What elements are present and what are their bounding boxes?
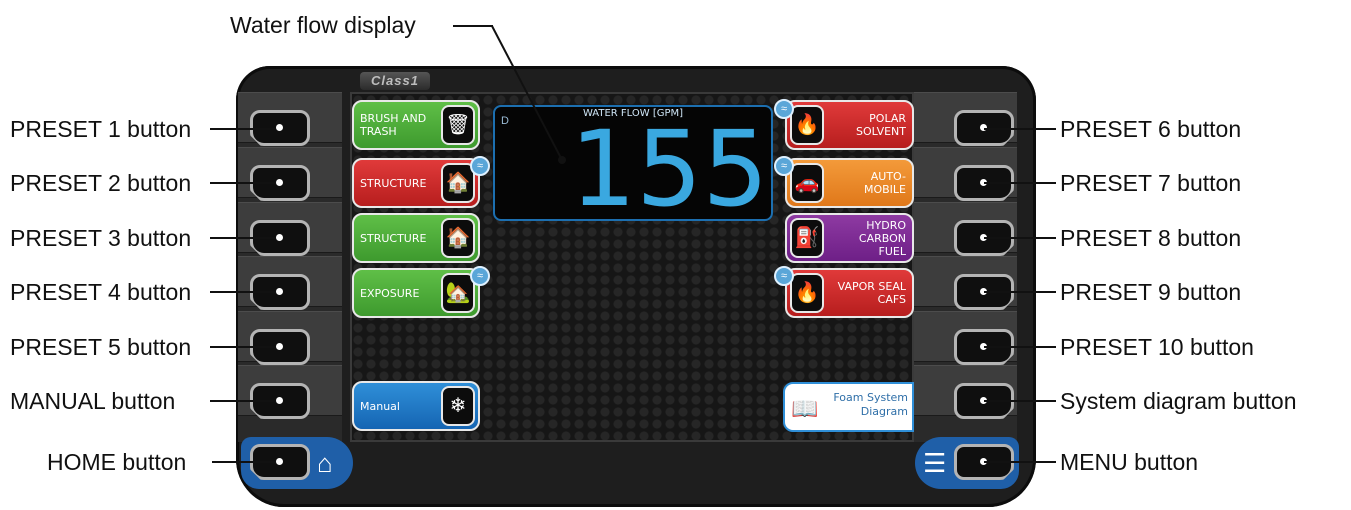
preset-8-hydro-carbon-fuel[interactable]: ⛽ HYDRO CARBON FUEL [785, 213, 914, 263]
diagram-label: Foam System Diagram [833, 391, 908, 418]
preset-1-brush-and-trash[interactable]: BRUSH AND TRASH 🗑 [352, 100, 480, 150]
callout-preset1: PRESET 1 button [10, 116, 192, 142]
callout-home: HOME button [47, 449, 187, 475]
manual-label: Manual [360, 399, 400, 413]
nozzle-icon: ❄ [441, 386, 475, 426]
callout-leader-water-flow [491, 25, 566, 164]
preset-label: EXPOSURE [360, 286, 420, 300]
callout-preset10: PRESET 10 button [1060, 334, 1254, 360]
callout-preset8: PRESET 8 button [1060, 225, 1242, 251]
flask-fire-icon: 🔥 [790, 105, 824, 145]
foam-wave-icon: ≈ [470, 156, 490, 176]
callout-preset4: PRESET 4 button [10, 279, 192, 305]
callout-water-flow: Water flow display [230, 12, 416, 38]
foam-wave-icon: ≈ [774, 266, 794, 286]
preset-label: STRUCTURE [360, 176, 427, 190]
preset-label: VAPOR SEAL CAFS [837, 280, 906, 306]
foam-wave-icon: ≈ [774, 99, 794, 119]
foam-system-diagram-button[interactable]: 📖 Foam System Diagram [783, 382, 914, 432]
preset-4-exposure[interactable]: EXPOSURE 🏡 [352, 268, 480, 318]
flame-icon: 🔥 [790, 273, 824, 313]
fuel-pump-icon: ⛽ [790, 218, 824, 258]
preset-label: BRUSH AND TRASH [360, 112, 427, 138]
preset-3-structure[interactable]: STRUCTURE 🏠 [352, 213, 480, 263]
brand-logo: Class1 [360, 72, 430, 90]
callout-preset9: PRESET 9 button [1060, 279, 1242, 305]
callout-preset3: PRESET 3 button [10, 225, 192, 251]
hamburger-menu-icon: ☰ [923, 448, 947, 478]
callout-preset5: PRESET 5 button [10, 334, 192, 360]
foam-wave-icon: ≈ [470, 266, 490, 286]
callout-preset2: PRESET 2 button [10, 170, 192, 196]
preset-label: HYDRO CARBON FUEL [858, 218, 906, 258]
manual-mode-button[interactable]: Manual ❄ [352, 381, 480, 431]
home-icon: ⌂ [317, 448, 333, 478]
house-fire-icon: 🏠 [441, 218, 475, 258]
preset-6-polar-solvent[interactable]: 🔥 POLAR SOLVENT [785, 100, 914, 150]
trash-fire-icon: 🗑 [441, 105, 475, 145]
water-flow-value: 155 [570, 108, 769, 230]
preset-label: STRUCTURE [360, 231, 427, 245]
callout-menu: MENU button [1060, 449, 1199, 475]
book-icon: 📖 [791, 396, 819, 421]
preset-2-structure[interactable]: STRUCTURE 🏠 [352, 158, 480, 208]
preset-label: POLAR SOLVENT [856, 112, 906, 138]
foam-wave-icon: ≈ [774, 156, 794, 176]
car-fire-icon: 🚗 [790, 163, 824, 203]
callout-manual: MANUAL button [10, 388, 176, 414]
preset-label: AUTO- MOBILE [863, 170, 906, 196]
preset-9-vapor-seal-cafs[interactable]: 🔥 VAPOR SEAL CAFS [785, 268, 914, 318]
callout-preset7: PRESET 7 button [1060, 170, 1242, 196]
callout-preset6: PRESET 6 button [1060, 116, 1242, 142]
preset-7-automobile[interactable]: 🚗 AUTO- MOBILE [785, 158, 914, 208]
callout-system-diagram: System diagram button [1060, 388, 1297, 414]
